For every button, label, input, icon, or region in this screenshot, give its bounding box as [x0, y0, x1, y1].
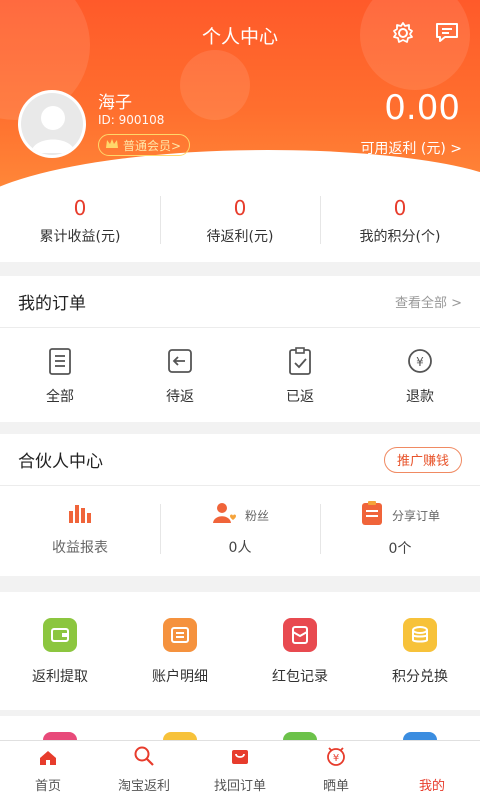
shared-orders-value: 0个 — [388, 541, 412, 557]
orders-card: 我的订单 查看全部 > 全部 待返 已返 ¥ 退款 — [0, 276, 480, 422]
partner-header: 合伙人中心 推广赚钱 — [0, 434, 480, 486]
tab-label: 晒单 — [322, 779, 349, 794]
fans-label: 粉丝 — [244, 508, 269, 523]
avatar[interactable] — [18, 90, 86, 158]
tab-label: 我的 — [418, 779, 445, 794]
tools-card: 返利提取 账户明细 红包记录 积分兑换 — [0, 592, 480, 710]
shared-orders-label: 分享订单 — [391, 508, 440, 523]
stat-total-earnings[interactable]: 0 累计收益(元) — [0, 190, 160, 262]
tool-label: 返利提取 — [32, 669, 88, 685]
order-tab-label: 退款 — [406, 389, 434, 405]
tab-label: 首页 — [34, 779, 61, 794]
stat-label: 累计收益(元) — [39, 229, 121, 245]
tab-home[interactable]: 首页 — [0, 741, 96, 800]
balance-amount: 0.00 — [384, 88, 460, 128]
stat-label: 我的积分(个) — [359, 229, 441, 245]
user-heart-icon — [211, 501, 237, 529]
tool-label: 积分兑换 — [392, 669, 448, 685]
bar-chart-icon — [67, 501, 93, 529]
gear-icon[interactable] — [390, 20, 416, 46]
member-level-badge[interactable]: 普通会员> — [98, 134, 191, 156]
view-all-orders-link[interactable]: 查看全部 > — [395, 292, 462, 311]
stat-value: 0 — [233, 196, 247, 220]
stat-points[interactable]: 0 我的积分(个) — [320, 190, 480, 262]
tab-recover-order[interactable]: 找回订单 — [192, 741, 288, 800]
tab-taobao-rebate[interactable]: 淘宝返利 — [96, 741, 192, 800]
bag-icon — [229, 745, 251, 771]
document-icon — [360, 500, 384, 530]
home-icon — [38, 749, 58, 771]
earnings-report[interactable]: 收益报表 — [0, 486, 160, 572]
promo-earn-button[interactable]: 推广赚钱 — [383, 446, 462, 473]
orders-header: 我的订单 查看全部 > — [0, 276, 480, 328]
balance-label[interactable]: 可用返利 (元) > — [360, 138, 462, 158]
tab-mine[interactable]: 我的 — [384, 741, 480, 800]
tool-label: 账户明细 — [152, 669, 208, 685]
fans-value: 0人 — [228, 540, 252, 556]
tab-share-order[interactable]: ¥ 晒单 — [288, 741, 384, 800]
refund-icon: ¥ — [405, 346, 435, 380]
coins-icon — [403, 618, 437, 652]
svg-text:¥: ¥ — [333, 753, 339, 764]
tool-red-packet-record[interactable]: 红包记录 — [240, 592, 360, 686]
red-packet-icon — [283, 618, 317, 652]
stats-bar: 0 累计收益(元) 0 待返利(元) 0 我的积分(个) — [0, 190, 480, 262]
order-tab-pending[interactable]: 待返 — [120, 328, 240, 422]
crown-icon — [105, 138, 119, 152]
wallet-icon — [43, 618, 77, 652]
bottom-tab-bar: 首页 淘宝返利 找回订单 ¥ 晒单 我的 — [0, 740, 480, 800]
check-clipboard-icon — [286, 346, 314, 380]
order-tab-refund[interactable]: ¥ 退款 — [360, 328, 480, 422]
orders-title: 我的订单 — [18, 294, 86, 314]
profile-header: 个人中心 海子 ID: 900108 普通会员> 0.00 可用返利 (元) > — [0, 0, 480, 200]
share-order-icon: ¥ — [324, 745, 348, 771]
order-tab-label: 已返 — [286, 389, 314, 405]
member-level-label: 普通会员> — [123, 138, 182, 153]
order-tab-label: 全部 — [46, 389, 74, 405]
earnings-report-label: 收益报表 — [52, 540, 108, 556]
tool-rebate-withdraw[interactable]: 返利提取 — [0, 592, 120, 686]
stat-label: 待返利(元) — [206, 229, 274, 245]
partner-title: 合伙人中心 — [18, 452, 103, 472]
tool-account-detail[interactable]: 账户明细 — [120, 592, 240, 686]
tool-label: 红包记录 — [272, 669, 328, 685]
tab-label: 找回订单 — [213, 779, 266, 794]
svg-text:¥: ¥ — [416, 355, 424, 369]
list-icon — [46, 346, 74, 380]
detail-icon — [163, 618, 197, 652]
order-tab-label: 待返 — [166, 389, 194, 405]
stat-pending-rebate[interactable]: 0 待返利(元) — [160, 190, 320, 262]
user-name: 海子 — [98, 93, 132, 113]
stat-value: 0 — [393, 196, 407, 220]
fans-stat[interactable]: 粉丝 0人 — [160, 486, 320, 572]
partner-card: 合伙人中心 推广赚钱 收益报表 粉丝 0人 分享订单 0个 — [0, 434, 480, 576]
search-icon — [133, 745, 155, 771]
return-icon — [165, 346, 195, 380]
stat-value: 0 — [73, 196, 87, 220]
tab-label: 淘宝返利 — [117, 779, 170, 794]
order-tab-returned[interactable]: 已返 — [240, 328, 360, 422]
tool-points-exchange[interactable]: 积分兑换 — [360, 592, 480, 686]
order-tab-all[interactable]: 全部 — [0, 328, 120, 422]
shared-orders-stat[interactable]: 分享订单 0个 — [320, 486, 480, 572]
user-id: ID: 900108 — [98, 113, 165, 127]
message-icon[interactable] — [434, 20, 460, 46]
